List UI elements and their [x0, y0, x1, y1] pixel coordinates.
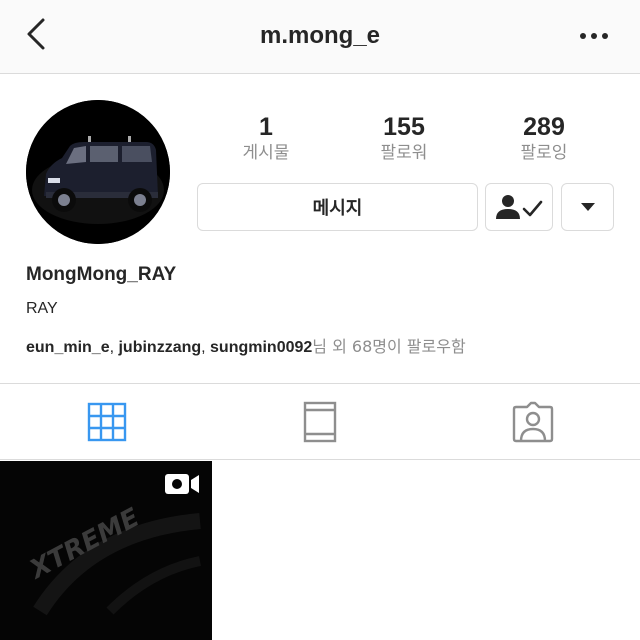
stat-value: 155	[383, 113, 425, 141]
post-thumbnail[interactable]: XTREME	[0, 461, 212, 640]
suggestions-dropdown-button[interactable]	[561, 183, 614, 231]
caret-down-icon	[580, 203, 595, 211]
feed-icon	[303, 401, 336, 443]
posts-count[interactable]: 1 게시물	[196, 112, 336, 164]
person-check-icon	[496, 195, 543, 219]
video-badge	[164, 471, 200, 497]
followed-by-user[interactable]: sungmin0092	[210, 339, 312, 356]
tab-tagged[interactable]	[426, 384, 639, 460]
stat-value: 1	[259, 113, 273, 141]
followed-by-suffix: 님 외 68명이 팔로우함	[312, 337, 466, 356]
back-button[interactable]	[18, 14, 54, 54]
page-title: m.mong_e	[259, 22, 381, 49]
stat-label: 게시물	[242, 143, 290, 163]
stat-label: 팔로잉	[520, 143, 568, 163]
tab-feed[interactable]	[213, 384, 426, 460]
top-bar: m.mong_e	[0, 0, 640, 74]
more-horizontal-icon	[580, 33, 608, 39]
profile-stats: 1 게시물 155 팔로워 289 팔로잉	[196, 112, 616, 172]
followed-by-user[interactable]: jubinzzang	[118, 339, 201, 356]
followed-by-user[interactable]: eun_min_e	[26, 339, 110, 356]
profile-tabs	[0, 383, 640, 460]
stat-label: 팔로워	[380, 143, 428, 163]
tab-grid[interactable]	[0, 384, 213, 460]
profile-bio: RAY	[26, 300, 58, 317]
followed-by-line[interactable]: eun_min_e, jubinzzang, sungmin0092님 외 68…	[26, 333, 466, 357]
video-camera-icon	[165, 474, 199, 494]
stat-value: 289	[523, 113, 565, 141]
grid-icon	[87, 402, 126, 442]
separator: ,	[201, 339, 211, 356]
chevron-left-icon	[27, 18, 45, 50]
profile-display-name: MongMong_RAY	[26, 264, 177, 285]
following-button[interactable]	[485, 183, 553, 231]
followers-count[interactable]: 155 팔로워	[334, 112, 474, 164]
more-options-button[interactable]	[574, 22, 614, 50]
tagged-person-icon	[512, 401, 553, 443]
following-count[interactable]: 289 팔로잉	[474, 112, 614, 164]
message-button[interactable]: 메시지	[197, 183, 478, 231]
profile-photo-dark-van	[26, 100, 170, 244]
avatar[interactable]	[26, 100, 170, 244]
